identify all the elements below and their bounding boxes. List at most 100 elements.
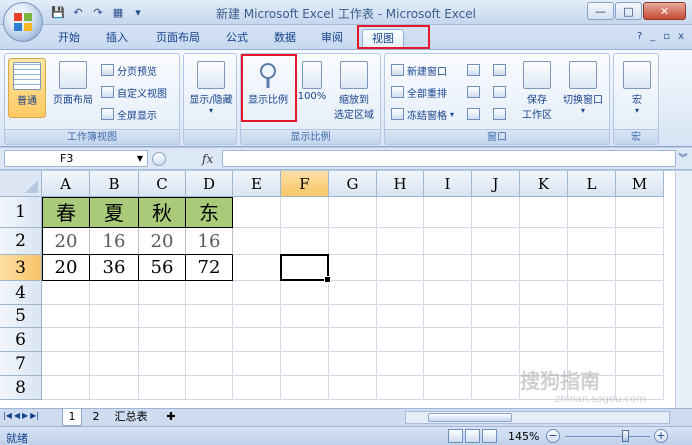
cell-K3[interactable]	[520, 255, 568, 281]
cell-C4[interactable]	[139, 281, 186, 305]
cell-E5[interactable]	[233, 305, 281, 328]
ribbon-close-button[interactable]: x	[678, 31, 684, 42]
expand-circle-icon[interactable]	[152, 151, 166, 166]
cell-I5[interactable]	[424, 305, 472, 328]
cell-I8[interactable]	[424, 376, 472, 400]
close-button[interactable]: ✕	[643, 2, 686, 20]
cell-M2[interactable]	[616, 228, 664, 255]
show-hide-button[interactable]: 显示/隐藏 ▾	[186, 58, 236, 118]
cell-E7[interactable]	[233, 352, 281, 376]
cell-H3[interactable]	[377, 255, 424, 281]
arrange-all-button[interactable]: 全部重排	[391, 84, 447, 100]
cell-E3[interactable]	[233, 255, 281, 281]
office-button[interactable]	[3, 2, 43, 42]
first-sheet-icon[interactable]: |◀	[3, 411, 12, 420]
cell-I6[interactable]	[424, 328, 472, 352]
cell-I3[interactable]	[424, 255, 472, 281]
cell-F6[interactable]	[281, 328, 329, 352]
zoom-100-button[interactable]: 100%	[297, 58, 327, 118]
cell-L1[interactable]	[568, 197, 616, 228]
row-header-2[interactable]: 2	[0, 228, 42, 255]
cell-G5[interactable]	[329, 305, 377, 328]
cell-A5[interactable]	[42, 305, 90, 328]
cell-H2[interactable]	[377, 228, 424, 255]
name-box-dropdown-icon[interactable]: ▼	[137, 151, 143, 166]
zoom-to-selection-button[interactable]: 缩放到 选定区域	[329, 58, 379, 121]
cell-G4[interactable]	[329, 281, 377, 305]
cell-K4[interactable]	[520, 281, 568, 305]
column-header-h[interactable]: H	[377, 171, 424, 197]
column-header-d[interactable]: D	[186, 171, 233, 197]
cell-K2[interactable]	[520, 228, 568, 255]
cell-C7[interactable]	[139, 352, 186, 376]
cell-F8[interactable]	[281, 376, 329, 400]
cell-M5[interactable]	[616, 305, 664, 328]
macros-button[interactable]: 宏 ▾	[618, 58, 656, 118]
cell-F4[interactable]	[281, 281, 329, 305]
cell-value-D2[interactable]: 16	[186, 228, 233, 255]
cell-H7[interactable]	[377, 352, 424, 376]
column-header-c[interactable]: C	[139, 171, 186, 197]
row-header-5[interactable]: 5	[0, 305, 42, 328]
cell-A4[interactable]	[42, 281, 90, 305]
cell-G2[interactable]	[329, 228, 377, 255]
tab-home[interactable]: 开始	[50, 29, 88, 49]
cell-L2[interactable]	[568, 228, 616, 255]
cell-H8[interactable]	[377, 376, 424, 400]
full-screen-button[interactable]: 全屏显示	[101, 106, 157, 122]
last-sheet-icon[interactable]: ▶|	[30, 411, 39, 420]
cell-B4[interactable]	[90, 281, 139, 305]
cell-J2[interactable]	[472, 228, 520, 255]
cell-J6[interactable]	[472, 328, 520, 352]
column-header-m[interactable]: M	[616, 171, 664, 197]
cell-E4[interactable]	[233, 281, 281, 305]
cell-M4[interactable]	[616, 281, 664, 305]
column-header-i[interactable]: I	[424, 171, 472, 197]
minimize-button[interactable]: —	[587, 2, 614, 20]
zoom-in-button[interactable]: +	[654, 429, 668, 443]
ribbon-minimize-button[interactable]: _	[650, 31, 655, 42]
tab-formulas[interactable]: 公式	[218, 29, 256, 49]
cell-J7[interactable]	[472, 352, 520, 376]
active-cell-selection[interactable]	[280, 254, 331, 283]
cell-B8[interactable]	[90, 376, 139, 400]
new-window-button[interactable]: 新建窗口	[391, 62, 447, 78]
freeze-panes-button[interactable]: 冻结窗格 ▾	[391, 106, 454, 122]
cell-F2[interactable]	[281, 228, 329, 255]
page-layout-status-button[interactable]	[465, 429, 480, 443]
normal-view-button[interactable]: 普通	[8, 58, 46, 118]
switch-windows-button[interactable]: 切换窗口 ▾	[559, 58, 607, 118]
prev-sheet-icon[interactable]: ◀	[14, 411, 20, 420]
cell-B6[interactable]	[90, 328, 139, 352]
custom-view-button[interactable]: 自定义视图	[101, 84, 167, 100]
cell-G3[interactable]	[329, 255, 377, 281]
cell-F5[interactable]	[281, 305, 329, 328]
cell-J5[interactable]	[472, 305, 520, 328]
cell-G6[interactable]	[329, 328, 377, 352]
cell-E2[interactable]	[233, 228, 281, 255]
column-header-g[interactable]: G	[329, 171, 377, 197]
cell-I2[interactable]	[424, 228, 472, 255]
expand-formula-bar-icon[interactable]: ︾	[677, 151, 689, 166]
cell-D8[interactable]	[186, 376, 233, 400]
cell-K5[interactable]	[520, 305, 568, 328]
cell-J4[interactable]	[472, 281, 520, 305]
unhide-window-button[interactable]	[467, 106, 480, 122]
sync-scroll-button[interactable]	[493, 84, 506, 100]
view-side-by-side-button[interactable]	[493, 62, 506, 78]
cell-M3[interactable]	[616, 255, 664, 281]
cell-L4[interactable]	[568, 281, 616, 305]
cell-H1[interactable]	[377, 197, 424, 228]
cell-value-B3[interactable]: 36	[90, 255, 139, 281]
cell-D4[interactable]	[186, 281, 233, 305]
column-header-f[interactable]: F	[281, 171, 329, 197]
cell-value-A3[interactable]: 20	[42, 255, 90, 281]
next-sheet-icon[interactable]: ▶	[22, 411, 28, 420]
cell-K6[interactable]	[520, 328, 568, 352]
cell-G8[interactable]	[329, 376, 377, 400]
column-header-j[interactable]: J	[472, 171, 520, 197]
page-layout-view-button[interactable]: 页面布局	[50, 58, 96, 118]
cell-H5[interactable]	[377, 305, 424, 328]
formula-input[interactable]	[222, 150, 676, 167]
cell-L3[interactable]	[568, 255, 616, 281]
